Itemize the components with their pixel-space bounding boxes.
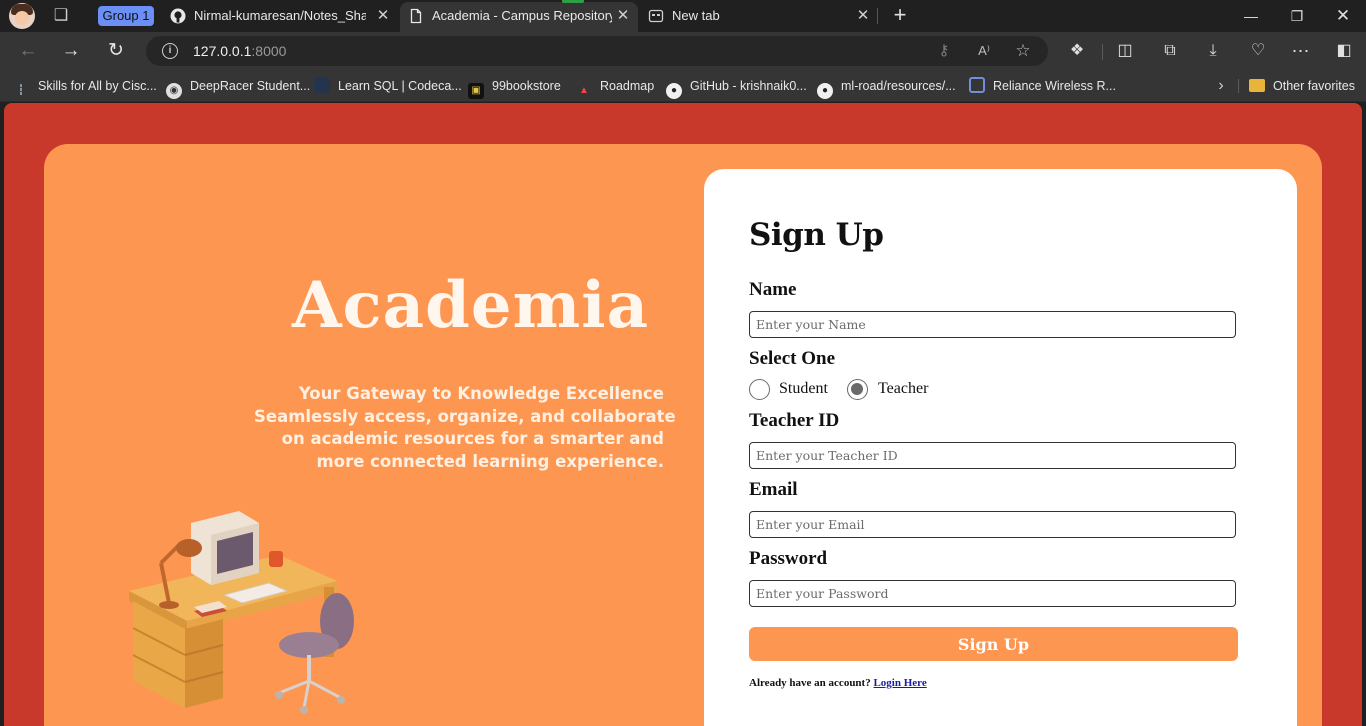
tab-title: New tab bbox=[672, 8, 720, 23]
teacher-id-field[interactable] bbox=[749, 442, 1236, 469]
forward-arrow-icon[interactable]: → bbox=[56, 36, 86, 66]
name-label: Name bbox=[749, 279, 797, 300]
teacher-radio-label[interactable]: Teacher bbox=[878, 380, 928, 398]
tagline-line: on academic resources for a smarter and bbox=[281, 429, 664, 448]
read-aloud-icon[interactable]: A⁾ bbox=[972, 40, 996, 62]
roadmap-icon: ▲ bbox=[579, 85, 589, 96]
login-link[interactable]: Login Here bbox=[873, 677, 926, 689]
tagline-line: more connected learning experience. bbox=[316, 451, 664, 471]
tab-title: Academia - Campus Repository bbox=[432, 8, 612, 23]
avatar-face bbox=[15, 11, 29, 25]
email-label: Email bbox=[749, 479, 798, 500]
password-key-icon[interactable]: ⚷ bbox=[932, 40, 956, 62]
other-favorites-label: Other favorites bbox=[1273, 79, 1355, 93]
url-port: :8000 bbox=[251, 43, 287, 59]
teacher-id-label: Teacher ID bbox=[749, 410, 840, 431]
close-icon[interactable]: ✕ bbox=[854, 2, 872, 30]
other-favorites[interactable]: Other favorites bbox=[1249, 76, 1355, 96]
favorite-label: Learn SQL | Codeca... bbox=[338, 79, 462, 93]
downloads-icon[interactable]: ⤓ bbox=[1197, 36, 1229, 66]
close-icon[interactable]: ✕ bbox=[614, 2, 632, 30]
tab-academia[interactable]: Academia - Campus Repository ✕ bbox=[400, 0, 638, 32]
favorite-label: Skills for All by Cisc... bbox=[38, 79, 157, 93]
browser-essentials-icon[interactable]: ♡ bbox=[1242, 36, 1274, 66]
sign-up-button[interactable]: Sign Up bbox=[749, 627, 1238, 661]
favorite-item[interactable]: ◉ DeepRacer Student... bbox=[166, 76, 311, 99]
tab-notes-sharing[interactable]: Nirmal-kumaresan/Notes_Sharing ✕ bbox=[162, 2, 398, 30]
favorite-star-icon[interactable]: ☆ bbox=[1011, 40, 1035, 62]
collections-icon[interactable]: ⧉ bbox=[1154, 36, 1186, 66]
cisco-icon: ┇ bbox=[17, 85, 25, 96]
toolbar-separator bbox=[1102, 44, 1103, 60]
window-close-icon[interactable]: ✕ bbox=[1320, 0, 1366, 32]
tab-separator bbox=[877, 8, 878, 24]
favorite-label: DeepRacer Student... bbox=[190, 79, 311, 93]
profile-avatar[interactable] bbox=[9, 3, 35, 29]
tagline-line: Seamlessly access, organize, and collabo… bbox=[254, 406, 676, 426]
more-options-icon[interactable]: ⋯ bbox=[1285, 36, 1317, 66]
github-icon: ● bbox=[666, 83, 682, 99]
url-host: 127.0.0.1 bbox=[193, 43, 252, 59]
teacher-radio[interactable] bbox=[847, 379, 868, 400]
name-field[interactable] bbox=[749, 311, 1236, 338]
deepracer-icon: ◉ bbox=[166, 83, 182, 99]
favorite-label: GitHub - krishnaik0... bbox=[690, 79, 807, 93]
select-one-label: Select One bbox=[749, 348, 836, 369]
login-prompt-text: Already have an account? bbox=[749, 677, 871, 689]
chevron-right-icon[interactable]: › bbox=[1212, 76, 1230, 96]
browser-title-bar: ❑ Group 1 Nirmal-kumaresan/Notes_Sharing… bbox=[0, 0, 1366, 32]
address-bar[interactable]: i 127.0.0.1:8000 ⚷ A⁾ ☆ bbox=[146, 36, 1048, 66]
close-icon[interactable]: ✕ bbox=[374, 2, 392, 30]
signup-form-panel: Sign Up Name Select One Student Teacher … bbox=[704, 169, 1297, 726]
favorite-item[interactable]: Reliance Wireless R... bbox=[969, 76, 1116, 96]
favorite-item[interactable]: ● GitHub - krishnaik0... bbox=[666, 76, 807, 99]
favorite-item[interactable]: Learn SQL | Codeca... bbox=[314, 76, 462, 96]
student-radio-label[interactable]: Student bbox=[779, 380, 828, 398]
desk-illustration bbox=[129, 511, 354, 714]
new-tab-plus-icon[interactable]: + bbox=[888, 2, 912, 30]
favorite-item[interactable]: ┇ Skills for All by Cisc... bbox=[12, 76, 157, 96]
browser-toolbar: ← → ↻ i 127.0.0.1:8000 ⚷ A⁾ ☆ ❖ ◫ ⧉ ⤓ ♡ … bbox=[0, 32, 1366, 70]
reload-icon[interactable]: ↻ bbox=[101, 36, 131, 66]
page-viewport: Academia Your Gateway to Knowledge Excel… bbox=[4, 103, 1362, 726]
reliance-icon bbox=[969, 77, 985, 93]
tab-title: Nirmal-kumaresan/Notes_Sharing bbox=[194, 8, 366, 23]
tagline-line: Your Gateway to Knowledge Excellence bbox=[298, 384, 664, 403]
email-field[interactable] bbox=[749, 511, 1236, 538]
sidebar-toggle-icon[interactable]: ◧ bbox=[1328, 36, 1360, 66]
restore-icon[interactable]: ❐ bbox=[1274, 0, 1320, 32]
split-screen-icon[interactable]: ◫ bbox=[1109, 36, 1141, 66]
back-arrow-icon[interactable]: ← bbox=[13, 36, 43, 66]
codecademy-icon bbox=[314, 77, 330, 93]
github-icon bbox=[170, 8, 186, 24]
favorite-label: Reliance Wireless R... bbox=[993, 79, 1116, 93]
extensions-icon[interactable]: ❖ bbox=[1061, 36, 1093, 66]
favorites-separator bbox=[1238, 79, 1239, 93]
tab-new-tab[interactable]: New tab ✕ bbox=[640, 2, 876, 30]
minimize-icon[interactable]: — bbox=[1228, 0, 1274, 32]
favorites-bar: ┇ Skills for All by Cisc... ◉ DeepRacer St… bbox=[0, 70, 1366, 102]
favorite-label: 99bookstore bbox=[492, 79, 561, 93]
login-prompt: Already have an account? Login Here bbox=[749, 677, 927, 689]
favorite-item[interactable]: ▲ Roadmap bbox=[576, 76, 654, 96]
tagline: Your Gateway to Knowledge Excellence Sea… bbox=[254, 383, 676, 473]
favorite-label: ml-road/resources/... bbox=[841, 79, 956, 93]
url-text[interactable]: 127.0.0.1:8000 bbox=[193, 36, 286, 66]
tab-group-chip[interactable]: Group 1 bbox=[98, 6, 154, 26]
brand-title: Academia bbox=[292, 268, 650, 343]
new-tab-page-icon bbox=[648, 9, 664, 23]
favorite-item[interactable]: ▣ 99bookstore bbox=[468, 76, 561, 99]
password-label: Password bbox=[749, 548, 828, 569]
site-info-icon[interactable]: i bbox=[162, 43, 178, 59]
document-icon bbox=[410, 8, 422, 24]
bookstore-icon: ▣ bbox=[468, 83, 484, 99]
workspaces-icon[interactable]: ❑ bbox=[50, 6, 72, 26]
github-icon: ● bbox=[817, 83, 833, 99]
favorite-label: Roadmap bbox=[600, 79, 655, 93]
student-radio[interactable] bbox=[749, 379, 770, 400]
password-field[interactable] bbox=[749, 580, 1236, 607]
folder-icon bbox=[1249, 79, 1265, 92]
form-title: Sign Up bbox=[749, 217, 884, 253]
favorite-item[interactable]: ● ml-road/resources/... bbox=[817, 76, 956, 99]
